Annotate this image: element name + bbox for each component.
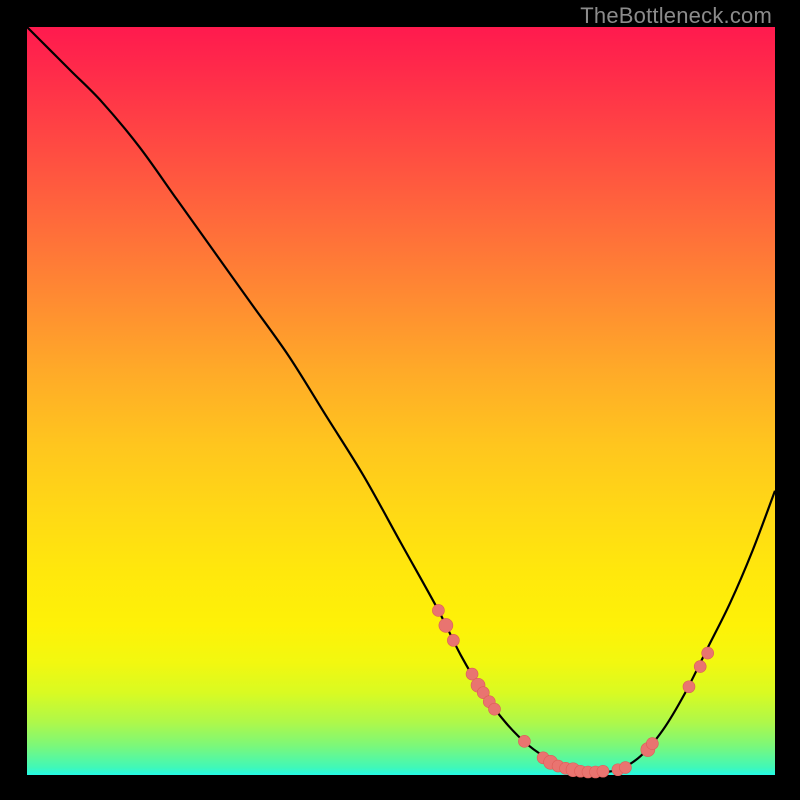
chart-frame: TheBottleneck.com [0,0,800,800]
watermark-text: TheBottleneck.com [580,3,772,29]
plot-area [27,27,775,775]
